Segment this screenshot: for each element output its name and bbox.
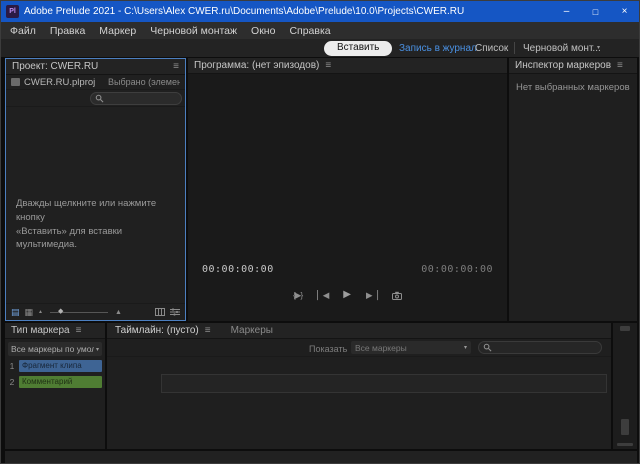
window-controls: – □ × [552, 1, 639, 22]
tab-markers[interactable]: Маркеры [231, 325, 273, 336]
zoom-out-icon[interactable]: ▲ [38, 309, 43, 315]
marker-filter-value: Все маркеры [355, 343, 462, 353]
timeline-scroll-strip [613, 323, 637, 449]
menu-help[interactable]: Справка [282, 25, 337, 37]
marker-type-panel-menu-icon[interactable]: ≡ [76, 326, 82, 336]
toolbar-divider [514, 42, 515, 54]
project-search-row [6, 90, 185, 107]
app-window: Pl Adobe Prelude 2021 - C:\Users\Alex CW… [0, 0, 640, 464]
marker-filter-dropdown[interactable]: Все маркеры ▾ [351, 341, 471, 354]
selection-status: Выбрано (элемент [108, 77, 180, 87]
workspace-tab-logging[interactable]: Запись в журнал [399, 43, 477, 54]
hint-line-2: «Вставить» для вставки мультимедиа. [16, 225, 180, 253]
menu-edit[interactable]: Правка [43, 25, 92, 37]
timeline-panel: Таймлайн: (пусто) ≡ Маркеры Показать Все… [107, 323, 611, 449]
timeline-panel-menu-icon[interactable]: ≡ [205, 326, 211, 336]
current-timecode[interactable]: 00:00:00:00 [202, 264, 274, 275]
workspace-toolbar: Вставить Запись в журнал Список Черновой… [1, 39, 639, 58]
menu-window[interactable]: Окно [244, 25, 282, 37]
marker-type-subclip[interactable]: Фрагмент клипа [19, 360, 102, 372]
marker-preset-value: Все маркеры по умолча... [11, 344, 94, 354]
program-panel-menu-icon[interactable]: ≡ [325, 61, 331, 71]
marker-type-row[interactable]: 2 Комментарий [8, 376, 102, 388]
window-title: Adobe Prelude 2021 - C:\Users\Alex CWER.… [24, 6, 464, 17]
marker-type-shortcut: 1 [8, 361, 16, 371]
marker-type-shortcut: 2 [8, 377, 16, 387]
workspace-overflow-chevron-icon[interactable]: ▾ [597, 44, 600, 51]
filmstrip-icon[interactable] [155, 308, 165, 316]
zoom-in-icon[interactable]: ▲ [115, 309, 122, 316]
project-panel-footer: ▤ ▦ ▲ ◆ ▲ [6, 303, 185, 320]
minimize-button[interactable]: – [552, 1, 581, 22]
program-monitor-panel: Программа: (нет эпизодов) ≡ 00:00:00:00 … [188, 58, 507, 321]
vertical-zoom-handle[interactable] [621, 419, 629, 435]
chevron-down-icon: ▾ [96, 346, 99, 353]
duration-timecode: 00:00:00:00 [421, 264, 493, 275]
marker-preset-dropdown[interactable]: Все маркеры по умолча... ▾ [8, 342, 102, 356]
timeline-empty-track [161, 374, 607, 393]
inspector-panel-menu-icon[interactable]: ≡ [617, 61, 623, 71]
program-panel-title: Программа: (нет эпизодов) [194, 60, 319, 71]
project-search-input[interactable] [90, 92, 182, 105]
play-in-to-out-icon[interactable]: {▶} [293, 291, 302, 300]
project-panel-header: Проект: CWER.RU ≡ [6, 59, 185, 75]
hint-line-1: Дважды щелкните или нажмите кнопку [16, 197, 180, 225]
title-bar: Pl Adobe Prelude 2021 - C:\Users\Alex CW… [1, 1, 639, 22]
zoom-slider-handle-icon[interactable]: ◆ [58, 308, 63, 315]
close-button[interactable]: × [610, 1, 639, 22]
timeline-search-input[interactable] [478, 341, 602, 354]
view-settings-icon[interactable] [170, 308, 180, 316]
transport-controls: {▶} ▏◀ ▶ ▶▕ [188, 290, 507, 300]
vertical-scroll-handle[interactable] [620, 326, 630, 331]
maximize-button[interactable]: □ [581, 1, 610, 22]
thumbnail-view-icon[interactable]: ▦ [25, 308, 34, 317]
marker-type-panel-header: Тип маркера ≡ [5, 323, 105, 339]
step-forward-icon[interactable]: ▶▕ [366, 291, 377, 300]
project-panel-title: Проект: CWER.RU [12, 61, 98, 72]
show-filter-label: Показать [309, 344, 347, 354]
horizontal-scroll-handle[interactable] [617, 443, 633, 446]
program-panel-header: Программа: (нет эпизодов) ≡ [188, 58, 507, 74]
workspace-tab-rough-cut[interactable]: Черновой монт... [523, 43, 601, 54]
app-logo-icon: Pl [6, 5, 19, 18]
inspector-panel-header: Инспектор маркеров ≡ [509, 58, 637, 74]
play-icon[interactable]: ▶ [343, 290, 351, 300]
ingest-button[interactable]: Вставить [324, 41, 392, 56]
search-icon [483, 343, 492, 352]
search-icon [95, 94, 104, 103]
menu-marker[interactable]: Маркер [92, 25, 143, 37]
marker-inspector-panel: Инспектор маркеров ≡ Нет выбранных марке… [509, 58, 637, 321]
project-panel: Проект: CWER.RU ≡ CWER.RU.plproj Выбрано… [5, 58, 186, 321]
project-empty-hint: Дважды щелкните или нажмите кнопку «Вста… [16, 197, 180, 252]
project-file-row[interactable]: CWER.RU.plproj Выбрано (элемент [6, 75, 185, 90]
thumbnail-zoom-slider[interactable]: ◆ [50, 312, 108, 313]
inspector-panel-title: Инспектор маркеров [515, 60, 611, 71]
menu-file[interactable]: Файл [3, 25, 43, 37]
timeline-panel-header: Таймлайн: (пусто) ≡ Маркеры [107, 323, 611, 339]
marker-type-comment[interactable]: Комментарий [19, 376, 102, 388]
menu-rough-cut[interactable]: Черновой монтаж [143, 25, 244, 37]
chevron-down-icon: ▾ [464, 344, 467, 351]
tab-timeline[interactable]: Таймлайн: (пусто) [115, 325, 199, 336]
project-file-icon [11, 78, 20, 86]
inspector-empty-message: Нет выбранных маркеров [509, 74, 637, 101]
program-video-area: 00:00:00:00 00:00:00:00 {▶} ▏◀ ▶ ▶▕ [188, 74, 507, 321]
step-back-icon[interactable]: ▏◀ [317, 291, 328, 300]
marker-type-panel-title: Тип маркера [11, 325, 70, 336]
workspace-tab-list[interactable]: Список [475, 43, 508, 54]
export-frame-icon[interactable] [392, 291, 402, 300]
project-panel-menu-icon[interactable]: ≡ [173, 62, 179, 72]
status-bar [5, 451, 637, 463]
list-view-icon[interactable]: ▤ [11, 308, 20, 317]
marker-type-panel: Тип маркера ≡ Все маркеры по умолча... ▾… [5, 323, 105, 449]
timeline-filter-row: Показать Все маркеры ▾ [107, 339, 611, 357]
menu-bar: Файл Правка Маркер Черновой монтаж Окно … [1, 22, 639, 39]
project-file-name: CWER.RU.plproj [24, 77, 95, 88]
marker-type-row[interactable]: 1 Фрагмент клипа [8, 360, 102, 372]
